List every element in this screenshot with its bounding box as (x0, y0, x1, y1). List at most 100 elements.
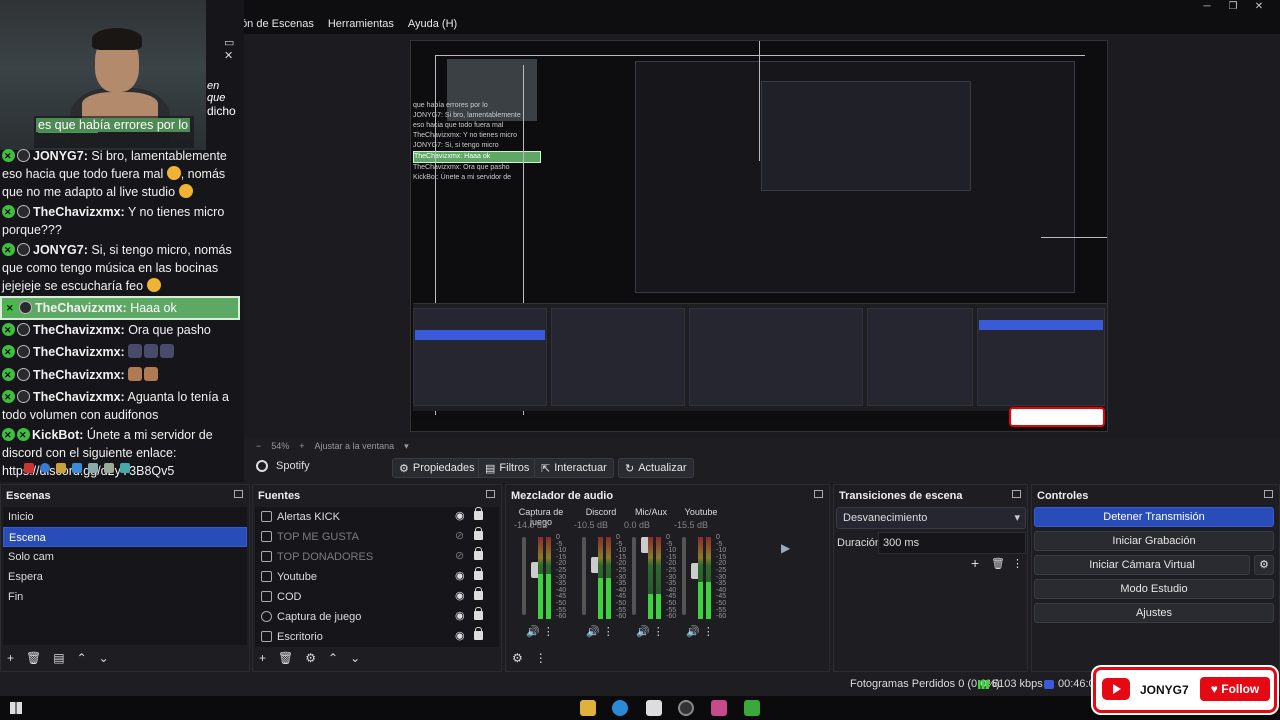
source-item[interactable]: TOP DONADORES ⊘ (255, 547, 499, 567)
source-item[interactable]: TOP ME GUSTA ⊘ (255, 527, 499, 547)
transition-select[interactable]: Desvanecimiento (836, 507, 1026, 529)
chevron-up-icon[interactable]: ⌃ (328, 651, 338, 665)
float-icon[interactable] (814, 490, 823, 498)
lock-icon[interactable] (474, 627, 483, 640)
zoom-out-icon[interactable]: − (256, 441, 261, 451)
volume-fader[interactable] (522, 537, 541, 615)
chat-icon[interactable] (40, 463, 50, 473)
volume-fader[interactable] (682, 537, 701, 615)
close-icon[interactable]: ✕ (1248, 0, 1270, 14)
close-dock-icon[interactable]: ✕ (224, 50, 233, 62)
float-icon[interactable] (486, 490, 495, 498)
lock-icon[interactable] (474, 607, 483, 620)
eye-off-icon[interactable]: ⊘ (455, 550, 467, 562)
eye-icon[interactable]: ◉ (455, 510, 467, 522)
fit-window-select[interactable]: Ajustar a la ventana (315, 441, 395, 451)
windows-start-icon[interactable] (10, 702, 22, 714)
program-preview[interactable]: que había errores por lo JONYG7: Si bro,… (410, 40, 1108, 432)
source-item[interactable]: Captura de juego ◉ (255, 607, 499, 627)
settings-icon[interactable] (104, 463, 114, 473)
speaker-icon[interactable]: 🔊 (636, 626, 650, 638)
stop-icon[interactable] (24, 463, 34, 473)
gear-icon[interactable]: ⚙ (305, 651, 316, 665)
source-item[interactable]: COD ◉ (255, 587, 499, 607)
follow-button[interactable]: ♥ Follow (1200, 677, 1270, 701)
properties-button[interactable]: ⚙ Propiedades (392, 458, 482, 478)
eye-icon[interactable]: ◉ (455, 630, 467, 642)
trash-icon[interactable]: 🗑 (991, 557, 1005, 570)
eye-icon[interactable]: ◉ (455, 610, 467, 622)
trash-icon[interactable]: 🗑 (278, 651, 293, 665)
lock-icon[interactable] (474, 507, 483, 520)
trash-icon[interactable]: 🗑 (26, 651, 41, 665)
float-icon[interactable] (1012, 490, 1021, 498)
source-item[interactable]: Alertas KICK ◉ (255, 507, 499, 527)
scene-item[interactable]: Fin (3, 587, 247, 607)
chevron-up-icon[interactable]: ⌃ (77, 651, 87, 665)
filter-icon[interactable]: ▤ (53, 651, 64, 665)
filter-icon[interactable] (72, 463, 82, 473)
scene-item[interactable]: Espera (3, 567, 247, 587)
more-icon[interactable]: ⋮ (603, 626, 614, 638)
add-icon[interactable]: + (971, 555, 979, 571)
minimize-icon[interactable]: ─ (1196, 0, 1218, 14)
settings-button[interactable]: Ajustes (1034, 603, 1274, 623)
zoom-in-icon[interactable]: + (299, 441, 304, 451)
more-icon[interactable]: ⋮ (653, 626, 664, 638)
chevron-down-icon[interactable]: ⌄ (350, 651, 360, 665)
source-item[interactable]: Youtube ◉ (255, 567, 499, 587)
start-virtual-camera-button[interactable]: Iniciar Cámara Virtual (1034, 555, 1250, 575)
filters-button[interactable]: ▤ Filtros (478, 458, 537, 478)
emoji-icon[interactable] (88, 463, 98, 473)
obs-icon[interactable] (678, 700, 694, 716)
speaker-icon[interactable]: 🔊 (526, 626, 540, 638)
start-recording-button[interactable]: Iniciar Grabación (1034, 531, 1274, 551)
studio-mode-button[interactable]: Modo Estudio (1034, 579, 1274, 599)
float-icon[interactable] (1264, 490, 1273, 498)
volume-icon[interactable] (120, 463, 130, 473)
restore-icon[interactable]: ❐ (1222, 0, 1244, 14)
float-icon[interactable] (234, 490, 243, 498)
refresh-button[interactable]: ↻ Actualizar (618, 458, 694, 478)
gear-icon[interactable]: ⚙ (1254, 555, 1274, 575)
chevron-down-icon[interactable]: ⌄ (99, 651, 109, 665)
volume-fader[interactable] (582, 537, 601, 615)
add-icon[interactable]: + (259, 651, 266, 665)
menu-tools[interactable]: Herramientas (328, 18, 394, 30)
chevron-down-icon[interactable]: ▾ (404, 441, 409, 452)
more-icon[interactable]: ⋮ (543, 626, 554, 638)
scene-item-active[interactable]: Escena (3, 527, 247, 547)
gear-icon[interactable]: ⚙ (512, 651, 523, 665)
chat-message: JONYG7: Si bro, lamentablemente eso haci… (0, 146, 240, 202)
file-explorer-icon[interactable] (580, 700, 596, 716)
lock-icon[interactable] (474, 547, 483, 560)
eye-icon[interactable]: ◉ (455, 590, 467, 602)
lock-icon[interactable] (474, 527, 483, 540)
duration-input[interactable]: 300 ms (878, 532, 1026, 554)
user-badge-icon (17, 149, 30, 162)
store-icon[interactable] (646, 700, 662, 716)
edge-icon[interactable] (612, 700, 628, 716)
scene-item[interactable]: Inicio (3, 507, 247, 527)
stop-streaming-button[interactable]: Detener Transmisión (1034, 507, 1274, 527)
add-icon[interactable]: + (7, 651, 14, 665)
app-icon[interactable] (711, 700, 727, 716)
minecraft-icon[interactable] (744, 700, 760, 716)
volume-fader[interactable] (632, 537, 651, 615)
menu-help[interactable]: Ayuda (H) (408, 18, 457, 30)
speaker-icon[interactable]: 🔊 (586, 626, 600, 638)
lock-icon[interactable] (474, 587, 483, 600)
float-icon[interactable]: ▭ (224, 37, 234, 49)
eye-off-icon[interactable]: ⊘ (455, 530, 467, 542)
bell-icon[interactable] (56, 463, 66, 473)
speaker-icon[interactable]: 🔊 (686, 626, 700, 638)
eye-icon[interactable]: ◉ (455, 570, 467, 582)
scene-item[interactable]: Solo cam (3, 547, 247, 567)
more-icon[interactable]: ⋮ (535, 651, 547, 665)
source-item[interactable]: Escritorio ◉ (255, 627, 499, 647)
lock-icon[interactable] (474, 567, 483, 580)
interact-button[interactable]: ⇱ Interactuar (534, 458, 614, 478)
more-icon[interactable]: ⋮ (703, 626, 714, 638)
more-icon[interactable]: ⋮ (1012, 557, 1023, 570)
source-toolbar: Spotify ⚙ Propiedades ▤ Filtros ⇱ Interactu… (244, 456, 1280, 480)
